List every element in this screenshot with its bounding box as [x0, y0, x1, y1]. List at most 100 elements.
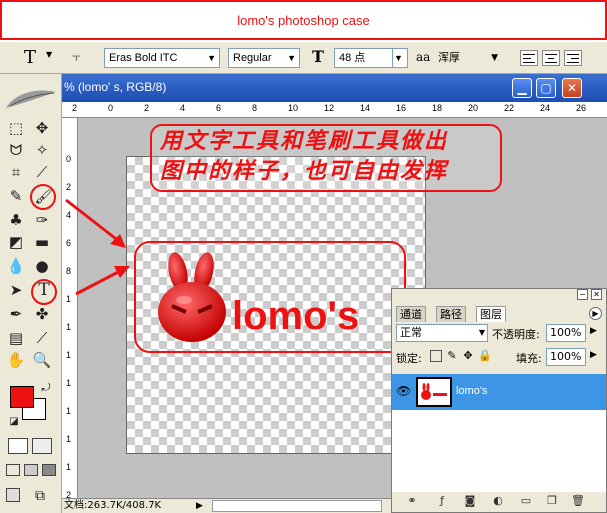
layer-name: lomo's	[456, 385, 488, 397]
new-group-icon[interactable]: ▭	[518, 494, 534, 508]
status-menu-arrow-icon[interactable]: ▶	[196, 499, 203, 513]
imageready-icon[interactable]: ⧉	[30, 486, 50, 506]
screen-mode-full-menu-button[interactable]	[24, 464, 38, 476]
ruler-top-tick-label: 26	[576, 103, 587, 113]
document-title: % (lomo' s, RGB/8)	[64, 80, 167, 94]
link-layers-icon[interactable]: ⚭	[404, 494, 420, 508]
close-button[interactable]: ✕	[562, 78, 582, 98]
lock-image-icon[interactable]: ✎	[446, 350, 458, 362]
standard-mode-button[interactable]	[8, 438, 28, 454]
feather-logo-icon	[6, 90, 56, 108]
horizontal-ruler: 2 0 2 4 6 8 10 12 14 16 18 20 22 24 26	[62, 102, 607, 118]
type-tool-preset-icon[interactable]: T	[24, 47, 36, 68]
gradient-tool-icon[interactable]: ▬	[32, 232, 52, 252]
eyedropper-tool-icon[interactable]: ⟋	[32, 328, 52, 348]
brush-tool-highlight	[30, 184, 56, 210]
swap-colors-icon[interactable]: ⤾	[36, 378, 56, 398]
panel-menu-button[interactable]: ▶	[589, 307, 602, 320]
tab-layers[interactable]: 图层	[476, 306, 506, 322]
dodge-tool-icon[interactable]: ●	[32, 256, 52, 276]
screen-mode-standard-button[interactable]	[6, 464, 20, 476]
ruler-top-tick-label: 2	[144, 103, 150, 113]
lock-transparency-icon[interactable]	[430, 350, 442, 362]
pointer-arrows	[65, 198, 130, 296]
layer-row[interactable]: 👁 lomo's	[392, 374, 606, 410]
font-size-value: 48 点	[339, 52, 366, 64]
chevron-down-icon: ▼	[491, 53, 498, 63]
delete-layer-icon[interactable]: 🗑	[570, 494, 586, 508]
fill-arrow-icon[interactable]: ▶	[590, 350, 597, 360]
tab-channels[interactable]: 通道	[396, 306, 426, 322]
align-center-button[interactable]	[542, 50, 560, 66]
ruler-top-tick-label: 0	[108, 103, 114, 113]
ruler-top-tick-label: 20	[468, 103, 479, 113]
antialias-icon: aa	[416, 50, 431, 64]
instruction-line-2: 图中的样子，也可自由发挥	[160, 158, 449, 184]
lock-position-icon[interactable]: ✥	[462, 350, 474, 362]
maximize-button[interactable]: ▢	[536, 78, 556, 98]
logo-highlight-box	[134, 241, 406, 353]
lasso-tool-icon[interactable]: ᗢ	[6, 140, 26, 160]
adjustment-layer-icon[interactable]: ◐	[490, 494, 506, 508]
pen-tool-icon[interactable]: ✒	[6, 304, 26, 324]
antialias-value: 浑厚	[438, 51, 460, 64]
preset-dropdown-arrow-icon[interactable]: ▼	[46, 50, 52, 70]
path-selection-tool-icon[interactable]: ➤	[6, 280, 26, 300]
layer-style-icon[interactable]: ƒ	[434, 494, 450, 508]
default-colors-icon[interactable]: ◪	[4, 412, 24, 432]
text-orientation-icon[interactable]: ⫟	[72, 49, 80, 69]
lock-all-icon[interactable]: 🔒	[478, 350, 492, 362]
layer-visibility-eye-icon[interactable]: 👁	[396, 384, 411, 398]
horizontal-scrollbar[interactable]	[212, 500, 382, 512]
chevron-down-icon: ▼	[478, 328, 485, 337]
opacity-input[interactable]: 100%	[546, 324, 586, 342]
panel-drag-bar[interactable]: − ✕	[392, 289, 606, 303]
custom-shape-tool-icon[interactable]: ✤	[32, 304, 52, 324]
zoom-tool-icon[interactable]: 🔍	[32, 350, 52, 370]
opacity-label: 不透明度:	[492, 328, 540, 341]
banner-title: lomo's photoshop case	[237, 13, 370, 28]
screen-mode-full-button[interactable]	[42, 464, 56, 476]
layer-thumbnail	[416, 377, 452, 407]
clone-stamp-tool-icon[interactable]: ♣	[6, 210, 26, 230]
chevron-down-icon: ▼	[287, 53, 296, 63]
eraser-tool-icon[interactable]: ◩	[6, 232, 26, 252]
move-tool-icon[interactable]: ✥	[32, 118, 52, 138]
font-family-value: Eras Bold ITC	[109, 52, 178, 64]
panel-minimize-button[interactable]: −	[577, 289, 588, 300]
panel-close-button[interactable]: ✕	[591, 289, 602, 300]
align-right-button[interactable]	[564, 50, 582, 66]
magic-wand-tool-icon[interactable]: ✧	[32, 140, 52, 160]
fill-input[interactable]: 100%	[546, 348, 586, 366]
history-brush-tool-icon[interactable]: ✑	[32, 210, 52, 230]
ruler-left-tick-label: 1	[66, 434, 72, 444]
new-layer-icon[interactable]: ❐	[544, 494, 560, 508]
layer-thumbnail-rabbit-icon	[421, 383, 447, 400]
ruler-top-tick-label: 12	[324, 103, 335, 113]
opacity-arrow-icon[interactable]: ▶	[590, 326, 597, 336]
document-title-bar[interactable]: % (lomo' s, RGB/8) ▁ ▢ ✕	[62, 74, 607, 102]
font-size-select[interactable]: 48 点 ▼	[334, 48, 408, 68]
align-left-button[interactable]	[520, 50, 538, 66]
font-style-value: Regular	[233, 52, 272, 64]
layer-mask-icon[interactable]: ◙	[462, 494, 478, 508]
vertical-ruler: 0246811111112	[62, 118, 78, 500]
marquee-tool-icon[interactable]: ⬚	[6, 118, 26, 138]
minimize-button[interactable]: ▁	[512, 78, 532, 98]
font-family-select[interactable]: Eras Bold ITC ▼	[104, 48, 220, 68]
tab-paths[interactable]: 路径	[436, 306, 466, 322]
ruler-top-tick-label: 24	[540, 103, 551, 113]
instruction-line-1: 用文字工具和笔刷工具做出	[160, 128, 449, 154]
antialias-select[interactable]: 浑厚 ▼	[438, 48, 504, 68]
crop-tool-icon[interactable]: ⌗	[6, 162, 26, 182]
slice-tool-icon[interactable]: ⟋	[32, 162, 52, 182]
notes-tool-icon[interactable]: ▤	[6, 328, 26, 348]
blend-mode-select[interactable]: 正常 ▼	[396, 324, 488, 342]
blur-tool-icon[interactable]: 💧	[6, 256, 26, 276]
healing-brush-tool-icon[interactable]: ✎	[6, 186, 26, 206]
ruler-left-tick-label: 1	[66, 406, 72, 416]
hand-tool-icon[interactable]: ✋	[6, 350, 26, 370]
quick-mask-button[interactable]	[32, 438, 52, 454]
jump-to-imageready-icon[interactable]	[6, 488, 20, 502]
font-style-select[interactable]: Regular ▼	[228, 48, 300, 68]
